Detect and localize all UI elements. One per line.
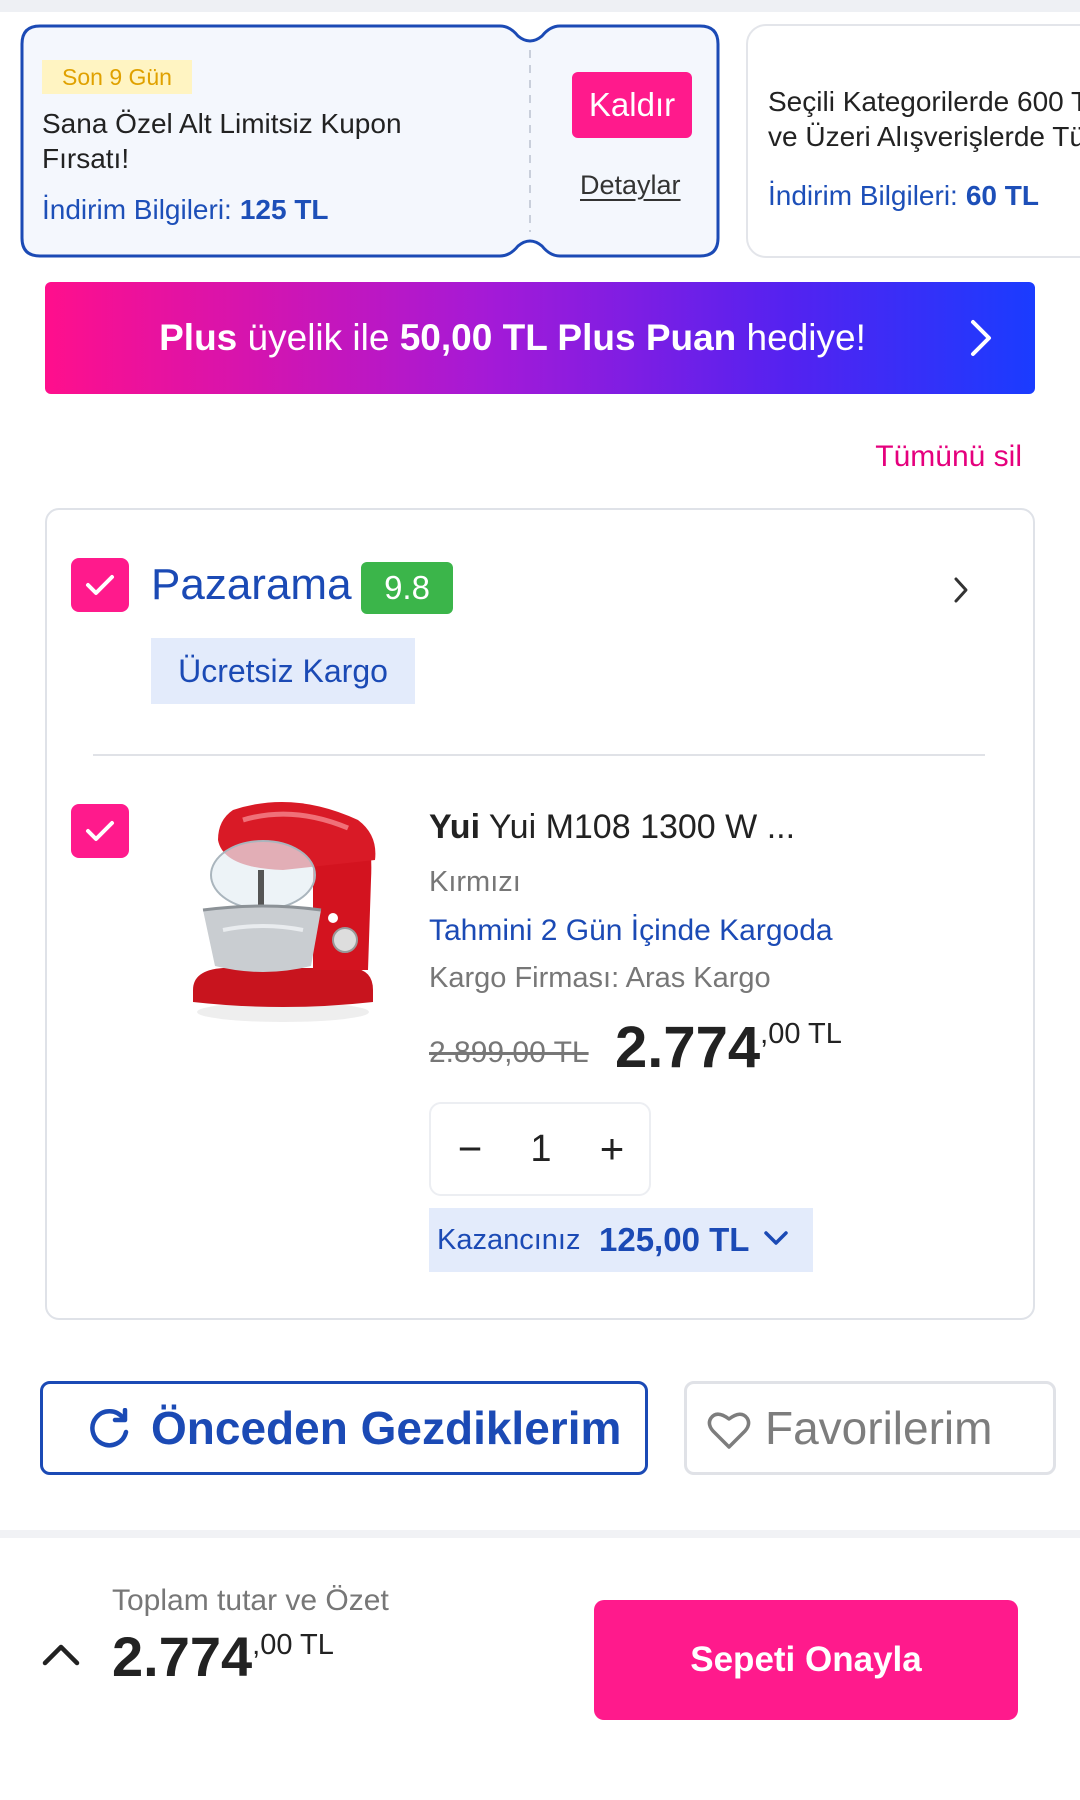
- chevron-up-icon[interactable]: [42, 1642, 80, 1666]
- coupon-title: Sana Özel Alt Limitsiz Kupon Fırsatı!: [42, 108, 402, 174]
- quantity-stepper: − 1 +: [429, 1102, 651, 1196]
- savings-label: Kazancınız: [437, 1224, 581, 1256]
- chevron-right-icon[interactable]: [953, 576, 969, 604]
- total-currency: TL: [292, 1629, 334, 1661]
- favorites-label: Favorilerim: [765, 1402, 993, 1454]
- cart-total: 2.774,00 TL: [112, 1624, 334, 1689]
- shipping-carrier: Kargo Firması: Aras Kargo: [429, 962, 771, 994]
- shipping-estimate: Tahmini 2 Gün İçinde Kargoda: [429, 914, 833, 947]
- product-variant-color: Kırmızı: [429, 866, 521, 898]
- decrease-quantity-button[interactable]: −: [445, 1104, 495, 1194]
- coupon-details-link[interactable]: Detaylar: [580, 170, 681, 201]
- footer-separator: [0, 1530, 1080, 1538]
- price-integer: 2.774: [615, 1015, 761, 1080]
- coupon-title-line1: Seçili Kategorilerde 600 T: [768, 86, 1080, 117]
- product-select-checkbox[interactable]: [71, 804, 129, 858]
- checkout-footer: Toplam tutar ve Özet 2.774,00 TL Sepeti …: [0, 1538, 1080, 1800]
- plus-banner-text: Plus üyelik ile 50,00 TL Plus Puan hediy…: [45, 282, 980, 394]
- current-price: 2.774,00 TL: [615, 1014, 842, 1081]
- confirm-cart-button[interactable]: Sepeti Onayla: [594, 1600, 1018, 1720]
- product-image-stand-mixer[interactable]: [163, 790, 395, 1030]
- seller-select-checkbox[interactable]: [71, 558, 129, 612]
- seller-name[interactable]: Pazarama: [151, 560, 352, 610]
- checkmark-icon: [86, 575, 114, 595]
- top-separator: [0, 0, 1080, 12]
- coupon-info-label: İndirim Bilgileri:: [42, 194, 232, 225]
- coupon-discount-info: İndirim Bilgileri: 60 TL: [768, 180, 1039, 212]
- previously-viewed-label: Önceden Gezdiklerim: [151, 1402, 622, 1454]
- refresh-icon: [90, 1408, 129, 1448]
- plus-membership-banner[interactable]: Plus üyelik ile 50,00 TL Plus Puan hediy…: [45, 282, 1035, 394]
- product-title: Yui M108 1300 W ...: [480, 808, 796, 846]
- remove-coupon-button[interactable]: Kaldır: [572, 72, 692, 138]
- plus-text-end: hediye!: [736, 317, 866, 358]
- divider: [93, 754, 985, 756]
- coupon-title-line2: ve Üzeri Alışverişlerde Tü: [768, 121, 1080, 152]
- delete-all-button[interactable]: Tümünü sil: [875, 440, 1022, 474]
- chevron-down-icon: [764, 1231, 788, 1245]
- coupon-expiry-badge: Son 9 Gün: [42, 60, 192, 94]
- product-brand: Yui: [429, 808, 481, 846]
- coupon-title: Seçili Kategorilerde 600 T ve Üzeri Alış…: [768, 84, 1080, 154]
- plus-points-amount: 50,00 TL Plus Puan: [399, 317, 737, 358]
- total-summary-label: Toplam tutar ve Özet: [112, 1584, 389, 1617]
- quantity-value: 1: [530, 1128, 552, 1170]
- coupon-info-label: İndirim Bilgileri:: [768, 180, 958, 211]
- free-shipping-badge: Ücretsiz Kargo: [151, 638, 415, 704]
- original-price: 2.899,00 TL: [429, 1036, 589, 1069]
- plus-text-mid: üyelik ile: [237, 317, 400, 358]
- heart-icon: [707, 1412, 751, 1449]
- seller-rating-badge: 9.8: [361, 562, 453, 614]
- coupon-card-selected[interactable]: Son 9 Gün Sana Özel Alt Limitsiz Kupon F…: [20, 24, 720, 258]
- favorites-button[interactable]: Favorilerim: [684, 1381, 1056, 1475]
- chevron-right-icon: [971, 320, 991, 356]
- coupon-info-value: 125 TL: [239, 194, 329, 225]
- checkmark-icon: [86, 821, 114, 841]
- seller-cart-group: Pazarama 9.8 Ücretsiz Kargo Yui Yui M108…: [45, 508, 1035, 1320]
- total-integer: 2.774: [112, 1625, 253, 1688]
- coupon-discount-info: İndirim Bilgileri: 125 TL: [42, 194, 329, 226]
- price-currency: TL: [800, 1018, 842, 1050]
- savings-amount: 125,00 TL: [599, 1221, 750, 1258]
- coupon-card[interactable]: Seçili Kategorilerde 600 T ve Üzeri Alış…: [746, 24, 1080, 258]
- savings-dropdown[interactable]: Kazancınız 125,00 TL: [429, 1208, 813, 1272]
- total-decimals: ,00: [252, 1629, 293, 1661]
- increase-quantity-button[interactable]: +: [587, 1104, 637, 1194]
- product-name[interactable]: Yui Yui M108 1300 W ...: [429, 808, 795, 847]
- plus-word: Plus: [159, 317, 238, 358]
- coupon-info-value: 60 TL: [965, 180, 1039, 211]
- previously-viewed-button[interactable]: Önceden Gezdiklerim: [40, 1381, 648, 1475]
- price-decimals: ,00: [760, 1018, 801, 1050]
